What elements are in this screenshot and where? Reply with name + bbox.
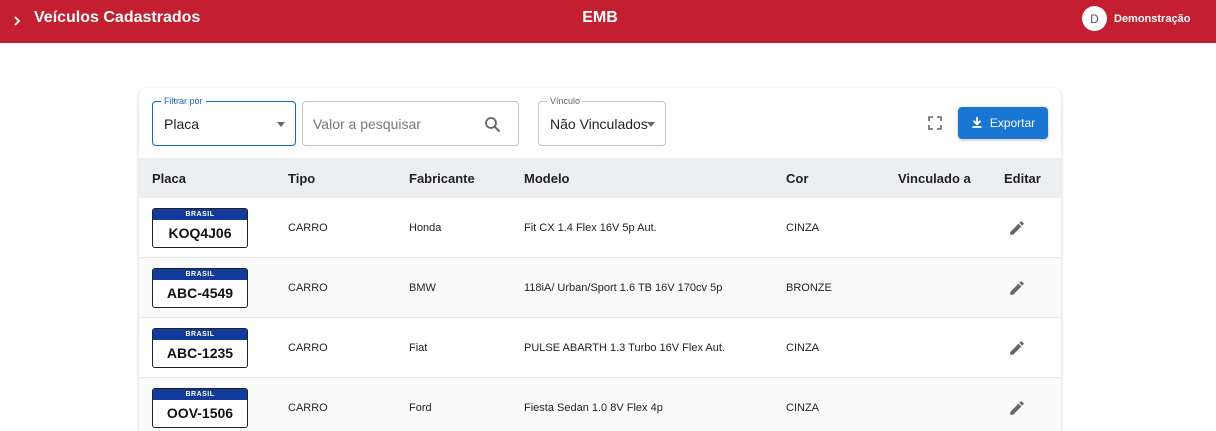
plate-country-band: BRASIL xyxy=(153,329,247,340)
plate-country-band: BRASIL xyxy=(153,209,247,220)
cell-modelo: PULSE ABARTH 1.3 Turbo 16V Flex Aut. xyxy=(524,342,725,354)
license-plate: BRASIL ABC-4549 xyxy=(152,268,248,308)
cell-fabricante: Ford xyxy=(409,402,432,414)
vehicles-card: Filtrar por Placa Vínculo Não Vinculados… xyxy=(139,88,1061,431)
table-row[interactable]: BRASIL ABC-4549 CARRO BMW 118iA/ Urban/S… xyxy=(139,258,1061,318)
cell-tipo: CARRO xyxy=(288,282,328,294)
edit-pencil-icon[interactable] xyxy=(1008,219,1026,237)
brand-name: EMB xyxy=(582,9,618,26)
cell-tipo: CARRO xyxy=(288,222,328,234)
cell-cor: CINZA xyxy=(786,222,819,234)
cell-fabricante: Fiat xyxy=(409,342,428,354)
license-plate: BRASIL KOQ4J06 xyxy=(152,208,248,248)
search-field xyxy=(302,101,519,146)
cell-fabricante: Honda xyxy=(409,222,442,234)
edit-pencil-icon[interactable] xyxy=(1008,399,1026,417)
plate-number: KOQ4J06 xyxy=(168,225,232,241)
filter-by-value: Placa xyxy=(164,116,200,132)
chevron-right-icon[interactable] xyxy=(12,10,26,32)
caret-down-icon xyxy=(647,122,655,127)
cell-cor: CINZA xyxy=(786,402,819,414)
filter-by-label: Filtrar por xyxy=(161,95,206,107)
plate-country-band: BRASIL xyxy=(153,269,247,280)
license-plate: BRASIL OOV-1506 xyxy=(152,388,248,428)
plate-number: OOV-1506 xyxy=(166,405,234,421)
user-name[interactable]: Demonstração xyxy=(1114,12,1190,26)
vinculo-label: Vínculo xyxy=(547,95,584,107)
column-header-cor[interactable]: Cor xyxy=(786,171,808,187)
page-title: Veículos Cadastrados xyxy=(34,9,201,26)
plate-number: ABC-4549 xyxy=(166,285,234,301)
cell-cor: CINZA xyxy=(786,342,819,354)
table-row[interactable]: BRASIL OOV-1506 CARRO Ford Fiesta Sedan … xyxy=(139,378,1061,431)
column-header-modelo[interactable]: Modelo xyxy=(524,171,570,187)
caret-down-icon xyxy=(277,122,285,127)
table-row[interactable]: BRASIL ABC-1235 CARRO Fiat PULSE ABARTH … xyxy=(139,318,1061,378)
export-button[interactable]: Exportar xyxy=(958,107,1048,139)
export-label: Exportar xyxy=(989,116,1036,130)
table-header: Placa Tipo Fabricante Modelo Cor Vincula… xyxy=(139,158,1061,198)
table-row[interactable]: BRASIL KOQ4J06 CARRO Honda Fit CX 1.4 Fl… xyxy=(139,198,1061,258)
avatar[interactable]: D xyxy=(1082,6,1107,31)
edit-pencil-icon[interactable] xyxy=(1008,339,1026,357)
cell-modelo: 118iA/ Urban/Sport 1.6 TB 16V 170cv 5p xyxy=(524,282,723,294)
search-input[interactable] xyxy=(313,115,473,133)
cell-tipo: CARRO xyxy=(288,402,328,414)
cell-modelo: Fit CX 1.4 Flex 16V 5p Aut. xyxy=(524,222,657,234)
app-header: Veículos Cadastrados EMB D Demonstração xyxy=(0,0,1216,43)
cell-modelo: Fiesta Sedan 1.0 8V Flex 4p xyxy=(524,402,663,414)
column-header-tipo[interactable]: Tipo xyxy=(288,171,315,187)
cell-tipo: CARRO xyxy=(288,342,328,354)
search-icon[interactable] xyxy=(484,116,501,133)
vinculo-select[interactable]: Vínculo Não Vinculados xyxy=(538,95,666,146)
download-icon xyxy=(971,116,983,131)
column-header-fabricante[interactable]: Fabricante xyxy=(409,171,475,187)
plate-number: ABC-1235 xyxy=(166,345,234,361)
cell-cor: BRONZE xyxy=(786,282,832,294)
plate-country-band: BRASIL xyxy=(153,389,247,400)
column-header-vinculado[interactable]: Vinculado a xyxy=(898,171,971,187)
column-header-placa[interactable]: Placa xyxy=(152,171,186,187)
column-header-editar: Editar xyxy=(1004,171,1041,186)
license-plate: BRASIL ABC-1235 xyxy=(152,328,248,368)
vinculo-value: Não Vinculados xyxy=(550,116,648,132)
edit-pencil-icon[interactable] xyxy=(1008,279,1026,297)
filter-by-select[interactable]: Filtrar por Placa xyxy=(152,95,296,146)
fullscreen-icon[interactable] xyxy=(928,116,942,130)
cell-fabricante: BMW xyxy=(409,282,436,294)
